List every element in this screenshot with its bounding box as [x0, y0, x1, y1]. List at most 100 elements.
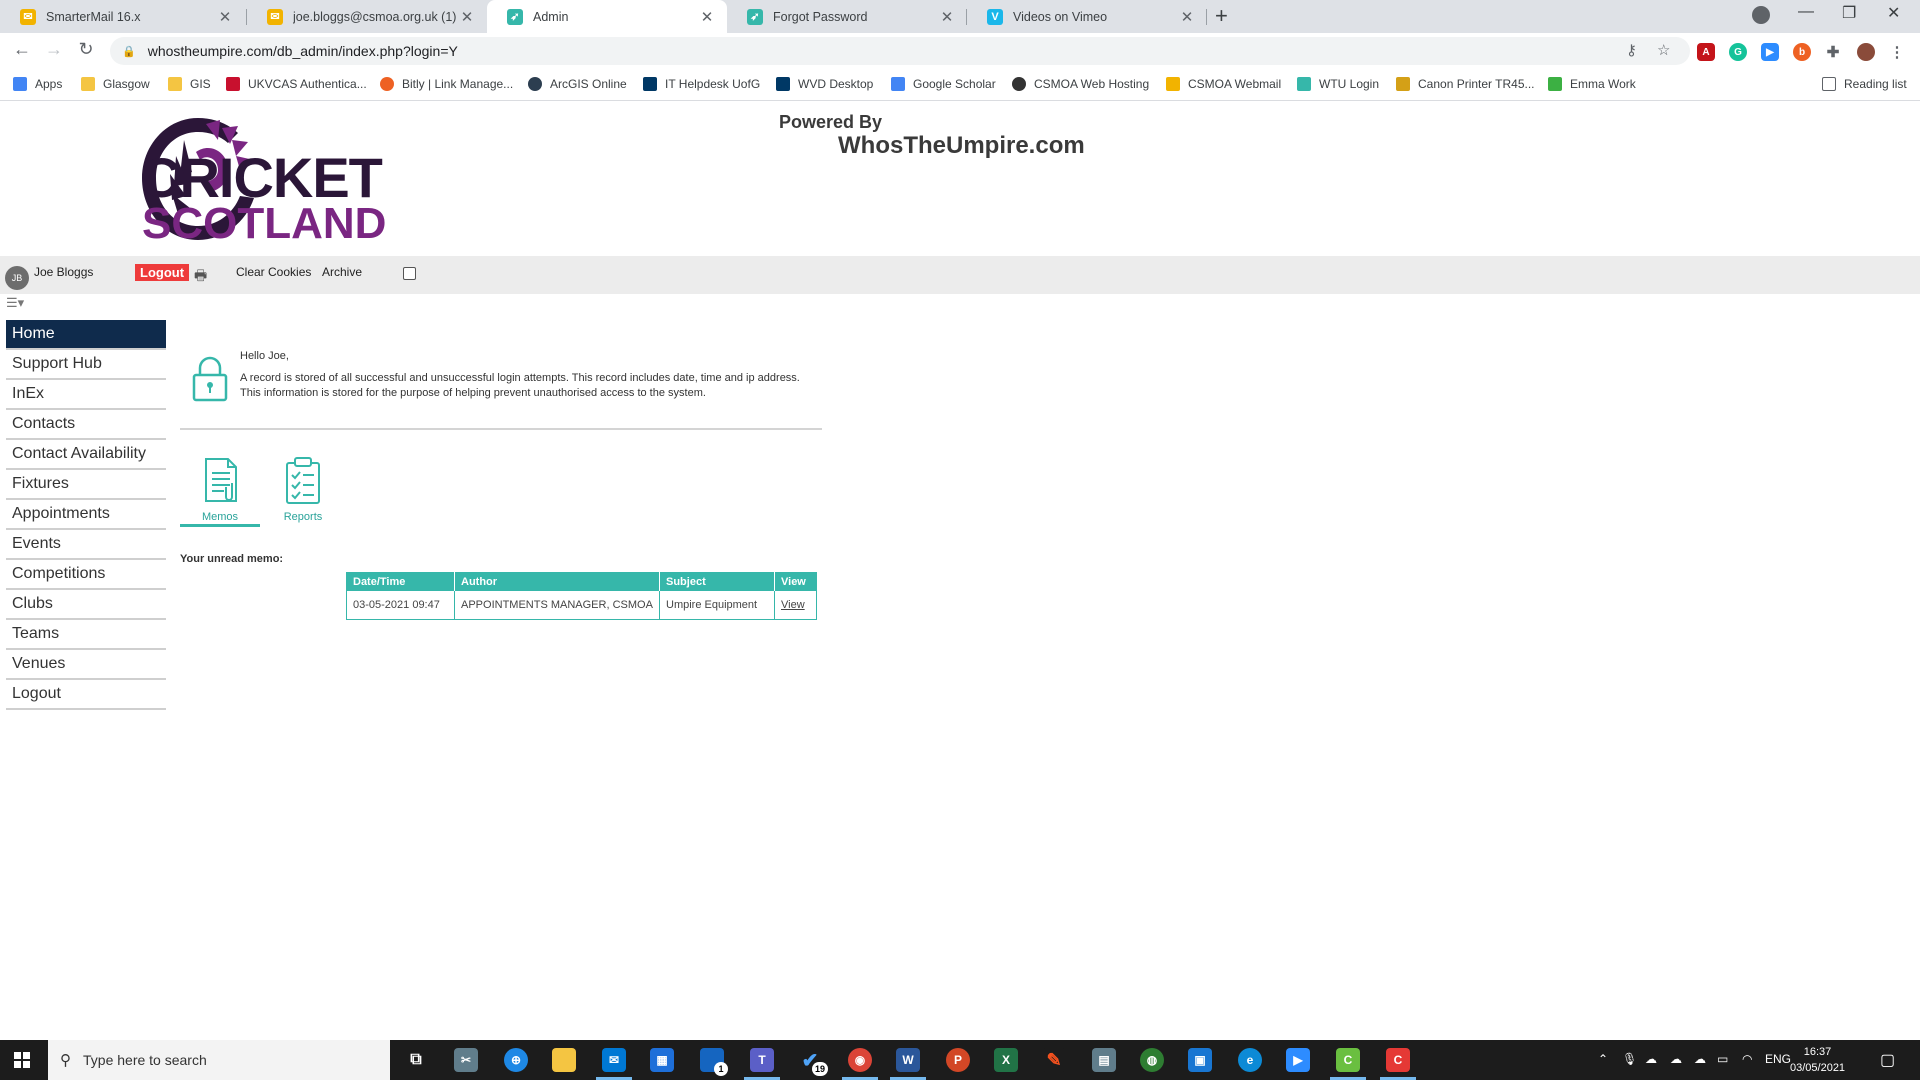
sidebar-item-competitions[interactable]: Competitions — [6, 560, 166, 590]
menu-kebab-icon[interactable]: ⋮ — [1888, 43, 1906, 61]
language-indicator[interactable]: ENG — [1765, 1052, 1791, 1066]
reports-tile[interactable]: Reports — [263, 455, 343, 523]
tab-search-icon[interactable] — [1752, 6, 1770, 24]
memo-view-link[interactable]: View — [781, 599, 805, 611]
bookmark-wvd[interactable]: WVD Desktop — [776, 77, 873, 91]
archive-checkbox[interactable] — [403, 267, 416, 280]
sidebar-item-clubs[interactable]: Clubs — [6, 590, 166, 620]
browser-tab-active[interactable]: ➶ Admin ✕ — [487, 0, 727, 33]
close-icon[interactable]: ✕ — [215, 8, 235, 26]
bookmark-it-helpdesk[interactable]: IT Helpdesk UofG — [643, 77, 760, 91]
column-header-subject[interactable]: Subject — [659, 572, 775, 591]
close-window-icon[interactable]: ✕ — [1887, 3, 1900, 23]
bookmark-gis[interactable]: GIS — [168, 77, 211, 91]
address-bar[interactable]: 🔒 whostheumpire.com/db_admin/index.php?l… — [110, 37, 1690, 65]
notifications-icon[interactable]: ▢ — [1880, 1050, 1895, 1070]
logout-button[interactable]: Logout — [135, 264, 190, 281]
hamburger-menu-icon[interactable]: ☰▾ — [6, 295, 24, 311]
browser-tab[interactable]: ➶ Forgot Password ✕ — [727, 0, 967, 33]
browser-tab[interactable]: ✉ joe.bloggs@csmoa.org.uk (1) ✕ — [247, 0, 487, 33]
windows-start-icon[interactable] — [14, 1052, 30, 1068]
sidebar-item-events[interactable]: Events — [6, 530, 166, 560]
profile-avatar-icon[interactable] — [1857, 43, 1875, 61]
sidebar-item-teams[interactable]: Teams — [6, 620, 166, 650]
sidebar-item-logout[interactable]: Logout — [6, 680, 166, 710]
powerpoint-icon[interactable]: P — [946, 1048, 970, 1072]
reload-icon[interactable]: ↻ — [74, 39, 98, 60]
paint-app-icon[interactable]: ✎ — [1042, 1048, 1066, 1072]
sidebar-item-inex[interactable]: InEx — [6, 380, 166, 410]
brand-name[interactable]: WhosTheUmpire.com — [838, 132, 1085, 160]
clear-cookies-link[interactable]: Clear Cookies — [236, 265, 311, 279]
bookmark-arcgis[interactable]: ArcGIS Online — [528, 77, 627, 91]
close-icon[interactable]: ✕ — [457, 8, 477, 26]
close-icon[interactable]: ✕ — [1177, 8, 1197, 26]
key-icon[interactable]: ⚷ — [1626, 41, 1637, 59]
restore-icon[interactable]: ❐ — [1842, 3, 1856, 23]
browser-tab[interactable]: ✉ SmarterMail 16.x ✕ — [0, 0, 245, 33]
sidebar-item-contact-availability[interactable]: Contact Availability — [6, 440, 166, 470]
mail-app-icon[interactable]: ✉ — [602, 1048, 626, 1072]
minimize-icon[interactable]: — — [1798, 3, 1814, 21]
extensions-puzzle-icon[interactable]: ✚ — [1824, 43, 1842, 61]
battery-icon[interactable]: ▭ — [1717, 1052, 1728, 1066]
bookmark-canon-printer[interactable]: Canon Printer TR45... — [1396, 77, 1535, 91]
memos-tile[interactable]: Memos — [180, 455, 260, 527]
bookmark-wtu-login[interactable]: WTU Login — [1297, 77, 1379, 91]
safari-compass-icon[interactable]: ⊕ — [504, 1048, 528, 1072]
sidebar-item-fixtures[interactable]: Fixtures — [6, 470, 166, 500]
sidebar-item-support-hub[interactable]: Support Hub — [6, 350, 166, 380]
bookmark-emma-work[interactable]: Emma Work — [1548, 77, 1636, 91]
remote-desktop-icon[interactable]: ▣ — [1188, 1048, 1212, 1072]
archive-link[interactable]: Archive — [322, 265, 362, 279]
column-header-author[interactable]: Author — [454, 572, 660, 591]
bookmark-csmoa-hosting[interactable]: CSMOA Web Hosting — [1012, 77, 1149, 91]
bookmark-ukvcas[interactable]: UKVCAS Authentica... — [226, 77, 367, 91]
column-header-view[interactable]: View — [774, 572, 817, 591]
file-explorer-icon[interactable] — [552, 1048, 576, 1072]
snagit-icon[interactable]: C — [1386, 1048, 1410, 1072]
column-header-datetime[interactable]: Date/Time — [346, 572, 455, 591]
system-clock[interactable]: 16:37 03/05/2021 — [1790, 1044, 1845, 1076]
taskbar-search-box[interactable]: ⚲ Type here to search — [48, 1040, 390, 1080]
globe-app-icon[interactable]: ◍ — [1140, 1048, 1164, 1072]
bookmark-csmoa-webmail[interactable]: CSMOA Webmail — [1166, 77, 1281, 91]
bookmark-apps[interactable]: Apps — [13, 77, 62, 91]
bitly-extension-icon[interactable]: b — [1793, 43, 1811, 61]
printer-icon[interactable]: 🖶 — [194, 265, 207, 289]
microphone-icon[interactable]: 🎙 — [1622, 1052, 1637, 1066]
zoom-app-icon[interactable]: ▶ — [1286, 1048, 1310, 1072]
sidebar-item-venues[interactable]: Venues — [6, 650, 166, 680]
chrome-icon[interactable]: ◉ — [848, 1048, 872, 1072]
reading-list[interactable]: Reading list — [1822, 77, 1907, 91]
onedrive-icon[interactable]: ☁ — [1670, 1052, 1682, 1066]
close-icon[interactable]: ✕ — [697, 8, 717, 26]
calculator-icon[interactable]: ▤ — [1092, 1048, 1116, 1072]
sidebar-item-appointments[interactable]: Appointments — [6, 500, 166, 530]
star-icon[interactable]: ☆ — [1657, 41, 1670, 59]
sidebar-item-contacts[interactable]: Contacts — [6, 410, 166, 440]
close-icon[interactable]: ✕ — [937, 8, 957, 26]
sidebar-item-home[interactable]: Home — [6, 320, 166, 350]
browser-tab[interactable]: V Videos on Vimeo ✕ — [967, 0, 1207, 33]
bookmark-glasgow[interactable]: Glasgow — [81, 77, 150, 91]
snipping-tool-icon[interactable]: ✂ — [454, 1048, 478, 1072]
onedrive-icon[interactable]: ☁ — [1645, 1052, 1657, 1066]
tray-chevron-icon[interactable]: ⌃ — [1598, 1052, 1608, 1066]
excel-icon[interactable]: X — [994, 1048, 1018, 1072]
new-tab-icon[interactable]: + — [1215, 3, 1228, 29]
bookmark-bitly[interactable]: Bitly | Link Manage... — [380, 77, 513, 91]
word-icon[interactable]: W — [896, 1048, 920, 1072]
calendar-icon[interactable]: ▦ — [650, 1048, 674, 1072]
edge-icon[interactable]: e — [1238, 1048, 1262, 1072]
pdf-extension-icon[interactable]: A — [1697, 43, 1715, 61]
grammarly-extension-icon[interactable]: G — [1729, 43, 1747, 61]
zoom-extension-icon[interactable]: ▶ — [1761, 43, 1779, 61]
table-row[interactable]: 03-05-2021 09:47 APPOINTMENTS MANAGER, C… — [346, 590, 817, 620]
cloud-icon[interactable]: ☁ — [1694, 1052, 1706, 1066]
back-icon[interactable]: ← — [10, 39, 34, 60]
avatar[interactable]: JB — [5, 266, 29, 290]
wifi-icon[interactable]: ◠ — [1742, 1052, 1752, 1066]
forward-icon[interactable]: → — [42, 39, 66, 60]
teams-icon[interactable]: T — [750, 1048, 774, 1072]
